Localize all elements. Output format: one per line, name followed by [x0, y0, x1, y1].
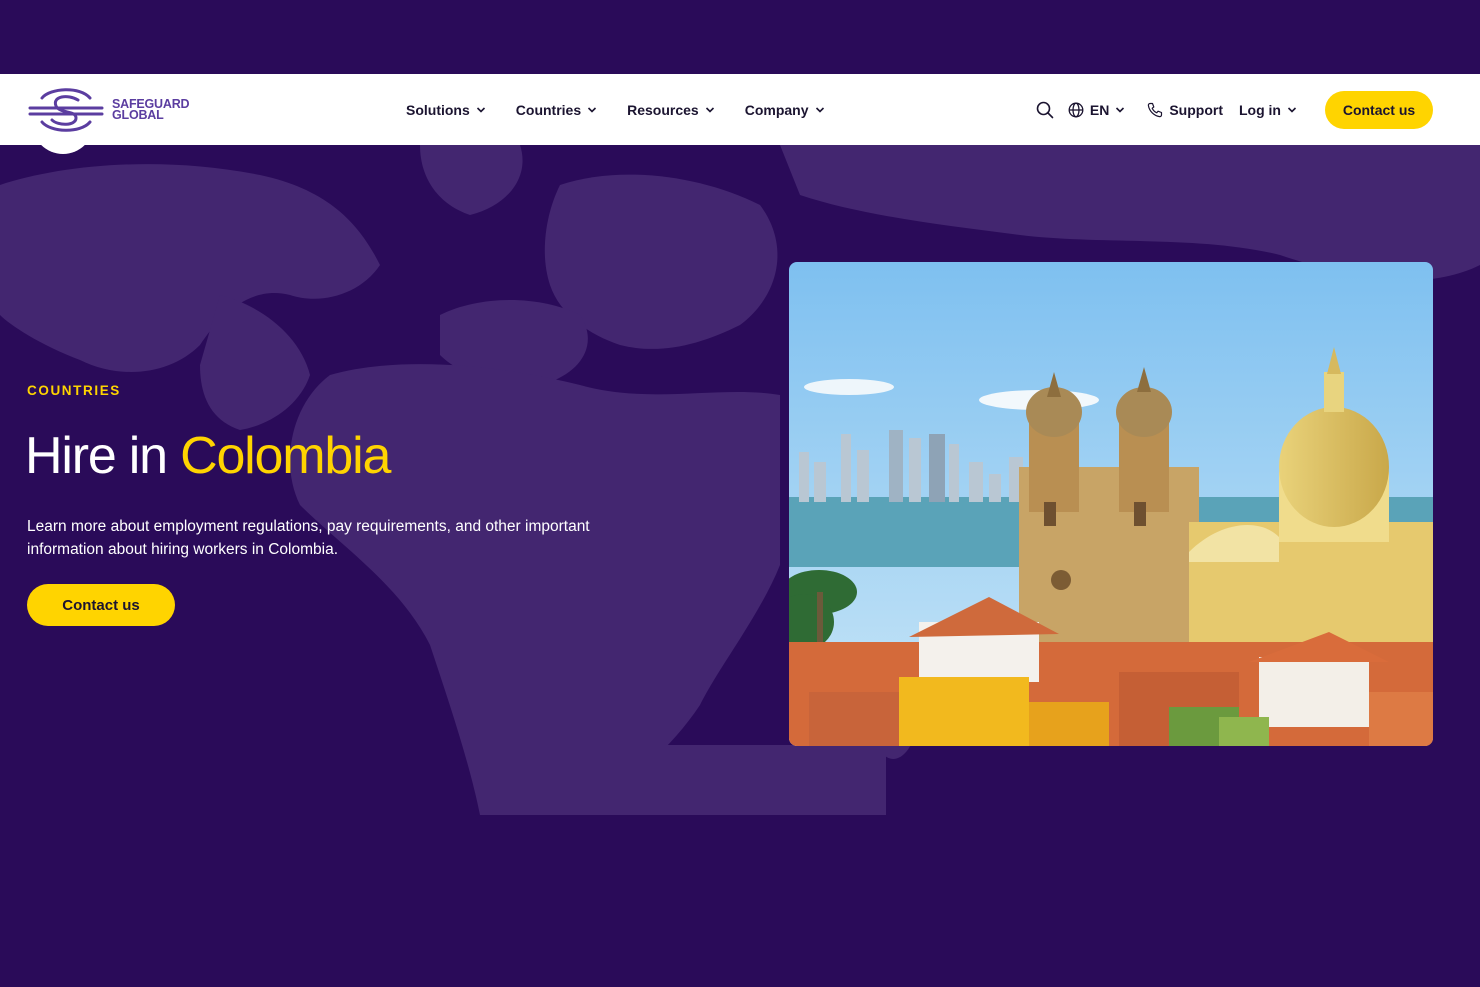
brand-logo[interactable]: SAFEGUARD GLOBAL [28, 84, 190, 154]
hero-eyebrow: COUNTRIES [27, 383, 121, 398]
nav-solutions[interactable]: Solutions [406, 102, 486, 118]
chevron-down-icon [1116, 106, 1125, 113]
cartagena-illustration [789, 262, 1433, 746]
nav-countries[interactable]: Countries [516, 102, 597, 118]
headline-accent: Colombia [180, 427, 391, 485]
nav-resources[interactable]: Resources [627, 102, 715, 118]
utility-nav: EN Support Log in Contact us [1036, 74, 1433, 145]
nav-solutions-label: Solutions [406, 101, 470, 118]
main-nav: Solutions Countries Resources Company [406, 74, 855, 145]
chevron-down-icon [705, 106, 714, 113]
chevron-down-icon [588, 106, 597, 113]
globe-icon [1068, 102, 1084, 117]
hero-contact-button[interactable]: Contact us [27, 584, 175, 626]
chevron-down-icon [1287, 106, 1297, 113]
brand-wordmark: SAFEGUARD GLOBAL [112, 98, 190, 122]
site-header: SAFEGUARD GLOBAL Solutions Countries Res… [0, 74, 1480, 154]
nav-countries-label: Countries [515, 101, 582, 118]
language-selector[interactable]: EN [1068, 102, 1131, 118]
chevron-down-icon [815, 106, 824, 113]
support-link[interactable]: Support [1147, 102, 1223, 118]
login-label: Log in [1239, 101, 1281, 118]
language-label: EN [1089, 101, 1110, 118]
support-label: Support [1169, 101, 1223, 118]
hero-headline: Hire in Colombia [25, 426, 391, 486]
search-icon [1036, 101, 1054, 118]
brand-line-2: GLOBAL [112, 108, 164, 122]
search-button[interactable] [1036, 101, 1054, 119]
hero-city-photo [789, 262, 1433, 746]
nav-company[interactable]: Company [745, 102, 825, 118]
phone-icon [1148, 102, 1163, 117]
chevron-down-icon [476, 106, 485, 113]
headline-prefix: Hire in [25, 427, 181, 485]
login-menu[interactable]: Log in [1239, 102, 1303, 118]
nav-resources-label: Resources [627, 101, 699, 118]
safeguard-logo-icon [28, 88, 104, 132]
nav-company-label: Company [744, 101, 809, 118]
header-contact-button[interactable]: Contact us [1325, 90, 1433, 129]
hero-description: Learn more about employment regulations,… [27, 518, 590, 558]
